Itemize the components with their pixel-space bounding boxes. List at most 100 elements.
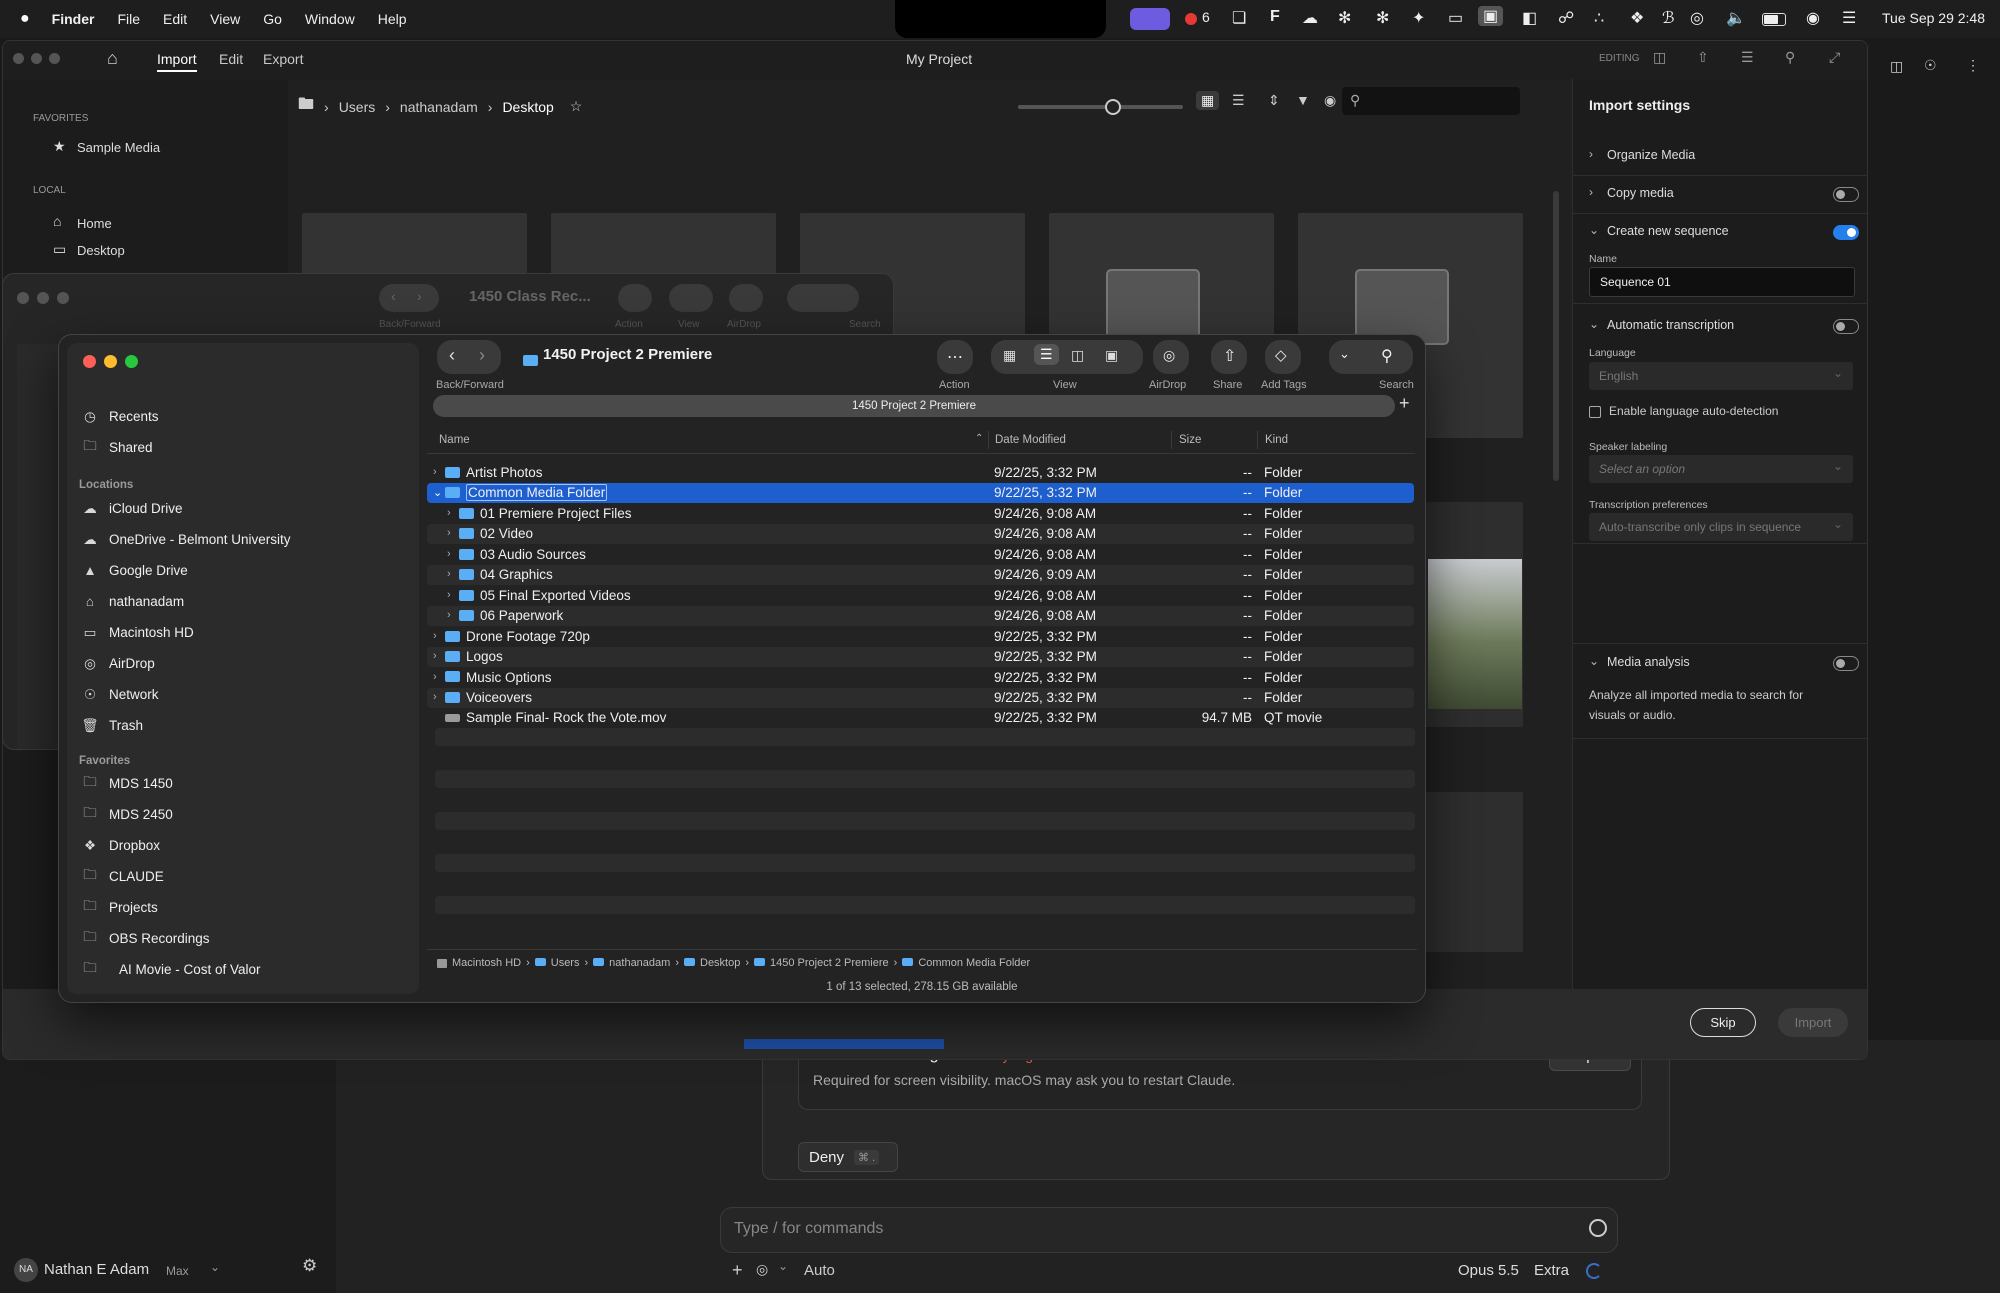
- disclosure-collapsed-icon[interactable]: ›: [433, 650, 437, 662]
- sidebar-item-icloud[interactable]: ☁ iCloud Drive: [79, 493, 409, 524]
- path-nathanadam[interactable]: nathanadam: [609, 957, 670, 969]
- table-row[interactable]: › Voiceovers 9/22/25, 3:32 PM -- Folder: [427, 687, 1414, 708]
- col-date-modified[interactable]: Date Modified: [995, 434, 1066, 446]
- gallery-view-icon[interactable]: ▣: [1105, 347, 1118, 364]
- import-button[interactable]: Import: [1778, 1008, 1848, 1037]
- sidebar-item-trash[interactable]: 🗑 Trash: [79, 710, 409, 741]
- tab-export[interactable]: Export: [263, 51, 303, 67]
- disclosure-expanded-icon[interactable]: ⌄: [433, 486, 442, 499]
- minimize-window-icon[interactable]: [104, 355, 117, 368]
- icon-view-icon[interactable]: ▦: [1003, 347, 1016, 364]
- airdrop-button[interactable]: ◎: [1153, 340, 1189, 374]
- visibility-icon[interactable]: ◉: [1324, 92, 1336, 109]
- battery-icon[interactable]: [1762, 13, 1786, 26]
- back-forward-group[interactable]: ‹ ›: [379, 284, 439, 312]
- back-action-button[interactable]: [618, 284, 652, 312]
- menu-app-name[interactable]: Finder: [52, 11, 95, 27]
- activity-icon[interactable]: ∴: [1594, 8, 1604, 28]
- breadcrumb-desktop[interactable]: Desktop: [502, 99, 553, 115]
- table-row[interactable]: › 05 Final Exported Videos 9/24/26, 9:08 A…: [427, 586, 1414, 606]
- path-tab[interactable]: 1450 Project 2 Premiere: [433, 395, 1395, 417]
- sidebar-item-claude[interactable]: 🗀 CLAUDE: [79, 861, 409, 892]
- effort-selector[interactable]: Extra: [1534, 1262, 1569, 1279]
- thumbnail-size-slider[interactable]: [1018, 105, 1183, 109]
- sidebar-item-dropbox[interactable]: ❖ Dropbox: [79, 830, 409, 861]
- sidebar-item-mds-1450[interactable]: 🗀 MDS 1450: [79, 768, 409, 799]
- minimize-window-icon[interactable]: [37, 292, 49, 304]
- user-avatar[interactable]: NA: [14, 1258, 38, 1282]
- media-search-input[interactable]: ⚲: [1342, 87, 1520, 115]
- table-row[interactable]: › Drone Footage 720p 9/22/25, 3:32 PM -- Fol…: [427, 627, 1414, 647]
- workspace-mode[interactable]: EDITING: [1599, 53, 1640, 64]
- sidebar-item-mds-2450[interactable]: 🗀 MDS 2450: [79, 799, 409, 830]
- grid-view-icon[interactable]: ▦: [1196, 91, 1220, 110]
- zoom-window-icon[interactable]: [49, 53, 60, 64]
- bluetooth-icon[interactable]: ℬ: [1662, 8, 1675, 28]
- chevron-down-icon[interactable]: ⌄: [1589, 317, 1599, 331]
- sidebar-item-sample-media[interactable]: Sample Media: [77, 140, 160, 155]
- close-window-icon[interactable]: [17, 292, 29, 304]
- filter-icon[interactable]: ▼: [1296, 92, 1310, 108]
- sidebar-item-airdrop[interactable]: ◎ AirDrop: [79, 648, 409, 679]
- microphone-icon[interactable]: ◎: [756, 1261, 768, 1278]
- sidebar-item-recents[interactable]: ◷ Recents: [79, 401, 409, 432]
- sidebar-item-google-drive[interactable]: ▲ Google Drive: [79, 555, 409, 586]
- disclosure-collapsed-icon[interactable]: ›: [447, 507, 451, 519]
- back-icon[interactable]: ‹: [449, 345, 455, 366]
- auto-transcription-toggle[interactable]: [1833, 319, 1859, 334]
- sort-ascending-icon[interactable]: ⌃: [975, 433, 983, 444]
- auto-mode[interactable]: Auto: [804, 1262, 835, 1279]
- sidebar-item-home[interactable]: Home: [77, 216, 112, 231]
- table-row[interactable]: › 06 Paperwork 9/24/26, 9:08 AM -- Folder: [427, 606, 1414, 627]
- creative-cloud-icon[interactable]: ☍: [1558, 8, 1574, 28]
- disclosure-collapsed-icon[interactable]: ›: [447, 568, 451, 580]
- sidebar-item-projects[interactable]: 🗀 Projects: [79, 892, 409, 923]
- sequence-name-input[interactable]: Sequence 01: [1589, 267, 1855, 297]
- col-name[interactable]: Name: [439, 434, 470, 446]
- add-attachment-icon[interactable]: +: [732, 1260, 743, 1281]
- video-thumbnail[interactable]: [1428, 559, 1522, 709]
- back-search-button[interactable]: [787, 284, 859, 312]
- disclosure-collapsed-icon[interactable]: ›: [447, 527, 451, 539]
- disclosure-collapsed-icon[interactable]: ›: [447, 548, 451, 560]
- tab-import[interactable]: Import: [157, 51, 197, 72]
- back-view-button[interactable]: [669, 284, 713, 312]
- sidebar-item-macintosh-hd[interactable]: ▭ Macintosh HD: [79, 617, 409, 648]
- screenshot-icon[interactable]: ❏: [1232, 8, 1246, 28]
- action-button[interactable]: ⋯: [937, 340, 973, 374]
- add-tags-button[interactable]: ◇: [1265, 340, 1301, 374]
- language-select[interactable]: English ⌄: [1589, 362, 1853, 390]
- menu-view[interactable]: View: [210, 11, 240, 27]
- column-view-icon[interactable]: ◫: [1071, 347, 1084, 364]
- mic-chevron-icon[interactable]: ⌄: [778, 1259, 788, 1273]
- copy-media-row[interactable]: › Copy media: [1573, 175, 1867, 214]
- settings-gear-icon[interactable]: ⚙: [302, 1256, 317, 1276]
- share-icon[interactable]: ⇧: [1697, 49, 1709, 66]
- col-kind[interactable]: Kind: [1265, 434, 1288, 446]
- control-center-icon[interactable]: ☰: [1842, 8, 1856, 28]
- layout-icon[interactable]: ◧: [1522, 8, 1537, 28]
- col-size[interactable]: Size: [1179, 434, 1201, 446]
- favorite-star-icon[interactable]: ☆: [570, 98, 583, 115]
- table-row[interactable]: › 01 Premiere Project Files 9/24/26, 9:08 …: [427, 504, 1414, 524]
- forward-icon[interactable]: ›: [479, 345, 485, 366]
- search-icon[interactable]: ⚲: [1381, 346, 1393, 366]
- path-desktop[interactable]: Desktop: [700, 957, 740, 969]
- sort-icon[interactable]: ⇕: [1268, 92, 1280, 109]
- menu-file[interactable]: File: [117, 11, 140, 27]
- menu-edit[interactable]: Edit: [163, 11, 187, 27]
- tab-edit[interactable]: Edit: [219, 51, 243, 67]
- chevron-down-icon[interactable]: ⌄: [1339, 346, 1350, 362]
- more-options-icon[interactable]: ⋮: [1966, 57, 1980, 74]
- scrollbar[interactable]: [1553, 191, 1559, 481]
- quick-search-icon[interactable]: ⚲: [1785, 49, 1795, 66]
- deny-button[interactable]: Deny ⌘ .: [798, 1142, 898, 1172]
- table-row[interactable]: › 04 Graphics 9/24/26, 9:09 AM -- Folder: [427, 565, 1414, 586]
- table-row[interactable]: ⌄ Common Media Folder 9/22/25, 3:32 PM -- Fo…: [427, 483, 1414, 504]
- chevron-down-icon[interactable]: ⌄: [210, 1260, 220, 1274]
- minimize-window-icon[interactable]: [31, 53, 42, 64]
- pin-icon[interactable]: ✦: [1412, 8, 1425, 28]
- organize-media-row[interactable]: › Organize Media: [1573, 137, 1867, 176]
- disclosure-collapsed-icon[interactable]: ›: [433, 466, 437, 478]
- copy-media-toggle[interactable]: [1833, 187, 1859, 202]
